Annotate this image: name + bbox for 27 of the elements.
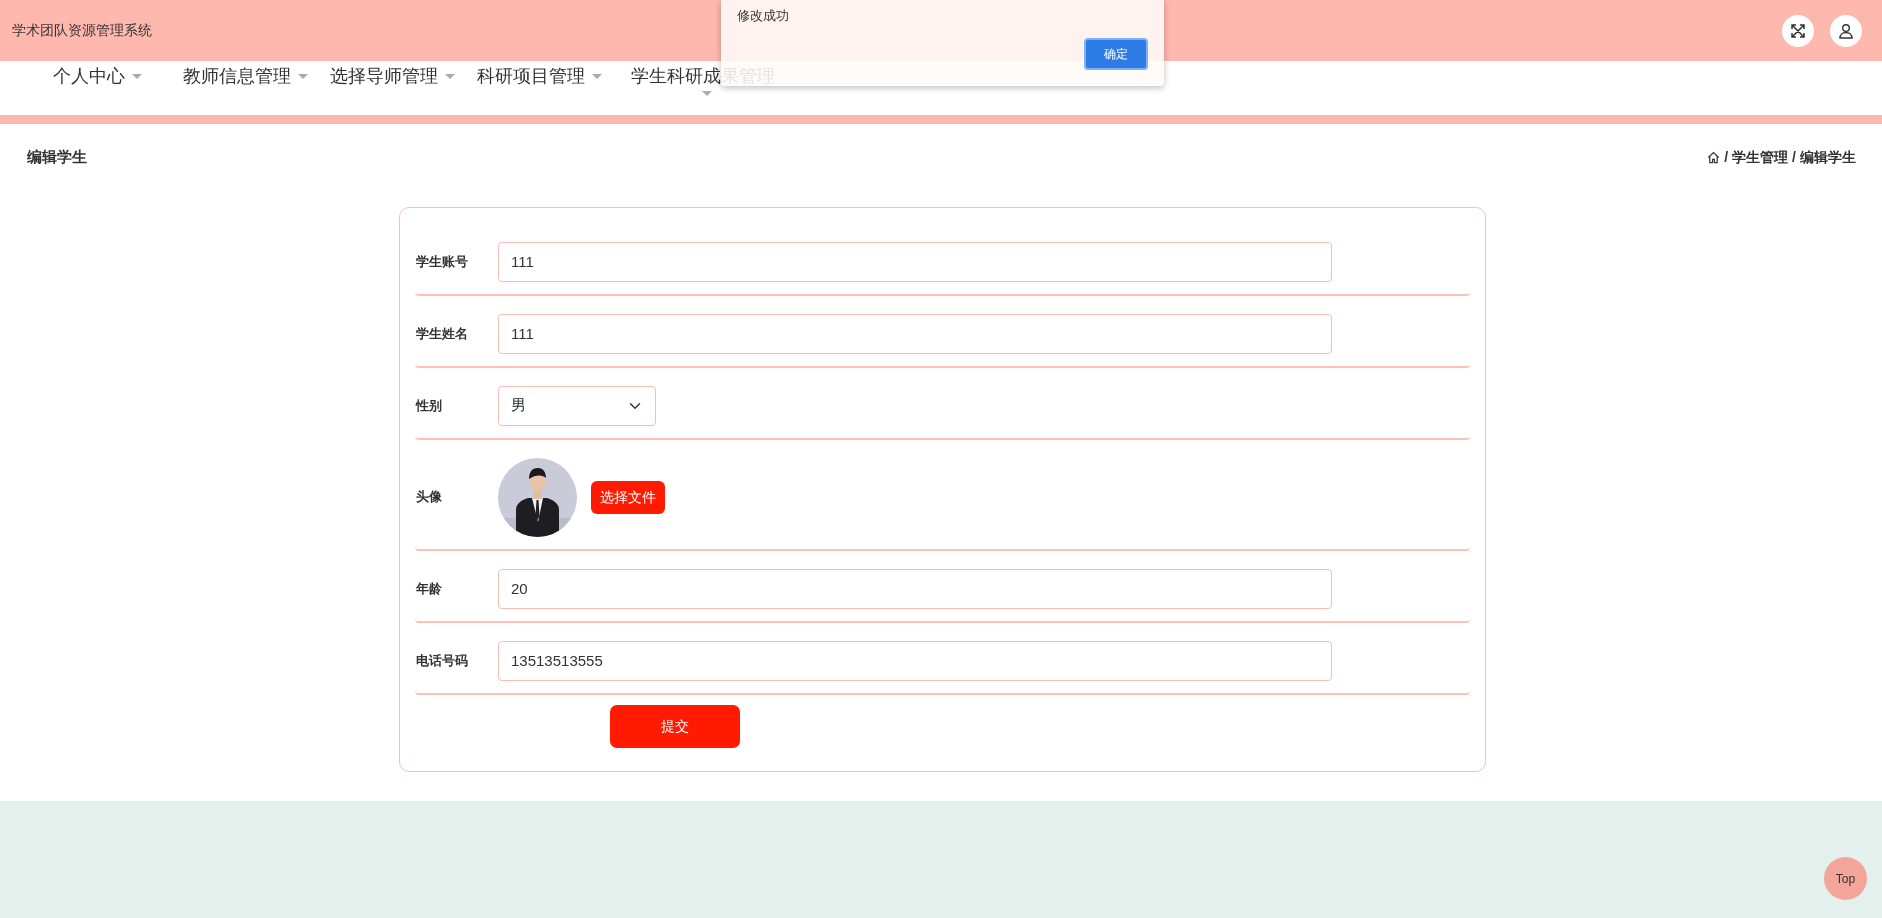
submit-button[interactable]: 提交 [610, 704, 740, 748]
field-label: 电话号码 [416, 651, 469, 670]
breadcrumb-link[interactable]: 学生管理 [1732, 146, 1789, 168]
page-title: 编辑学生 [27, 147, 87, 167]
select-field[interactable]: 男 [498, 385, 656, 426]
home-icon[interactable] [1707, 150, 1721, 164]
alert-message: 修改成功 [737, 7, 790, 25]
input-field[interactable]: 20 [498, 568, 1332, 609]
nav-menu[interactable]: 教师信息管理 [183, 61, 308, 91]
input-field[interactable]: 111 [498, 241, 1332, 282]
nav-menu[interactable]: 个人中心 [53, 61, 142, 91]
input-field[interactable]: 13513513555 [498, 640, 1332, 681]
confirm-button[interactable]: 确定 [1084, 38, 1148, 70]
user-icon[interactable] [1830, 14, 1862, 47]
input-field[interactable]: 111 [498, 313, 1332, 354]
field-label: 头像 [416, 488, 443, 507]
fullscreen-icon[interactable] [1782, 14, 1814, 47]
nav-menu[interactable]: 科研项目管理 [477, 61, 602, 91]
field-label: 性别 [416, 396, 443, 415]
choose-file-button[interactable]: 选择文件 [591, 480, 665, 514]
app-title: 学术团队资源管理系统 [12, 21, 152, 40]
breadcrumb-separator: / [1792, 147, 1796, 167]
field-label: 年龄 [416, 579, 443, 598]
nav-menu[interactable]: 选择导师管理 [330, 61, 455, 91]
field-label: 学生姓名 [416, 324, 469, 343]
field-label: 学生账号 [416, 252, 469, 271]
breadcrumb-separator: / [1724, 147, 1729, 167]
